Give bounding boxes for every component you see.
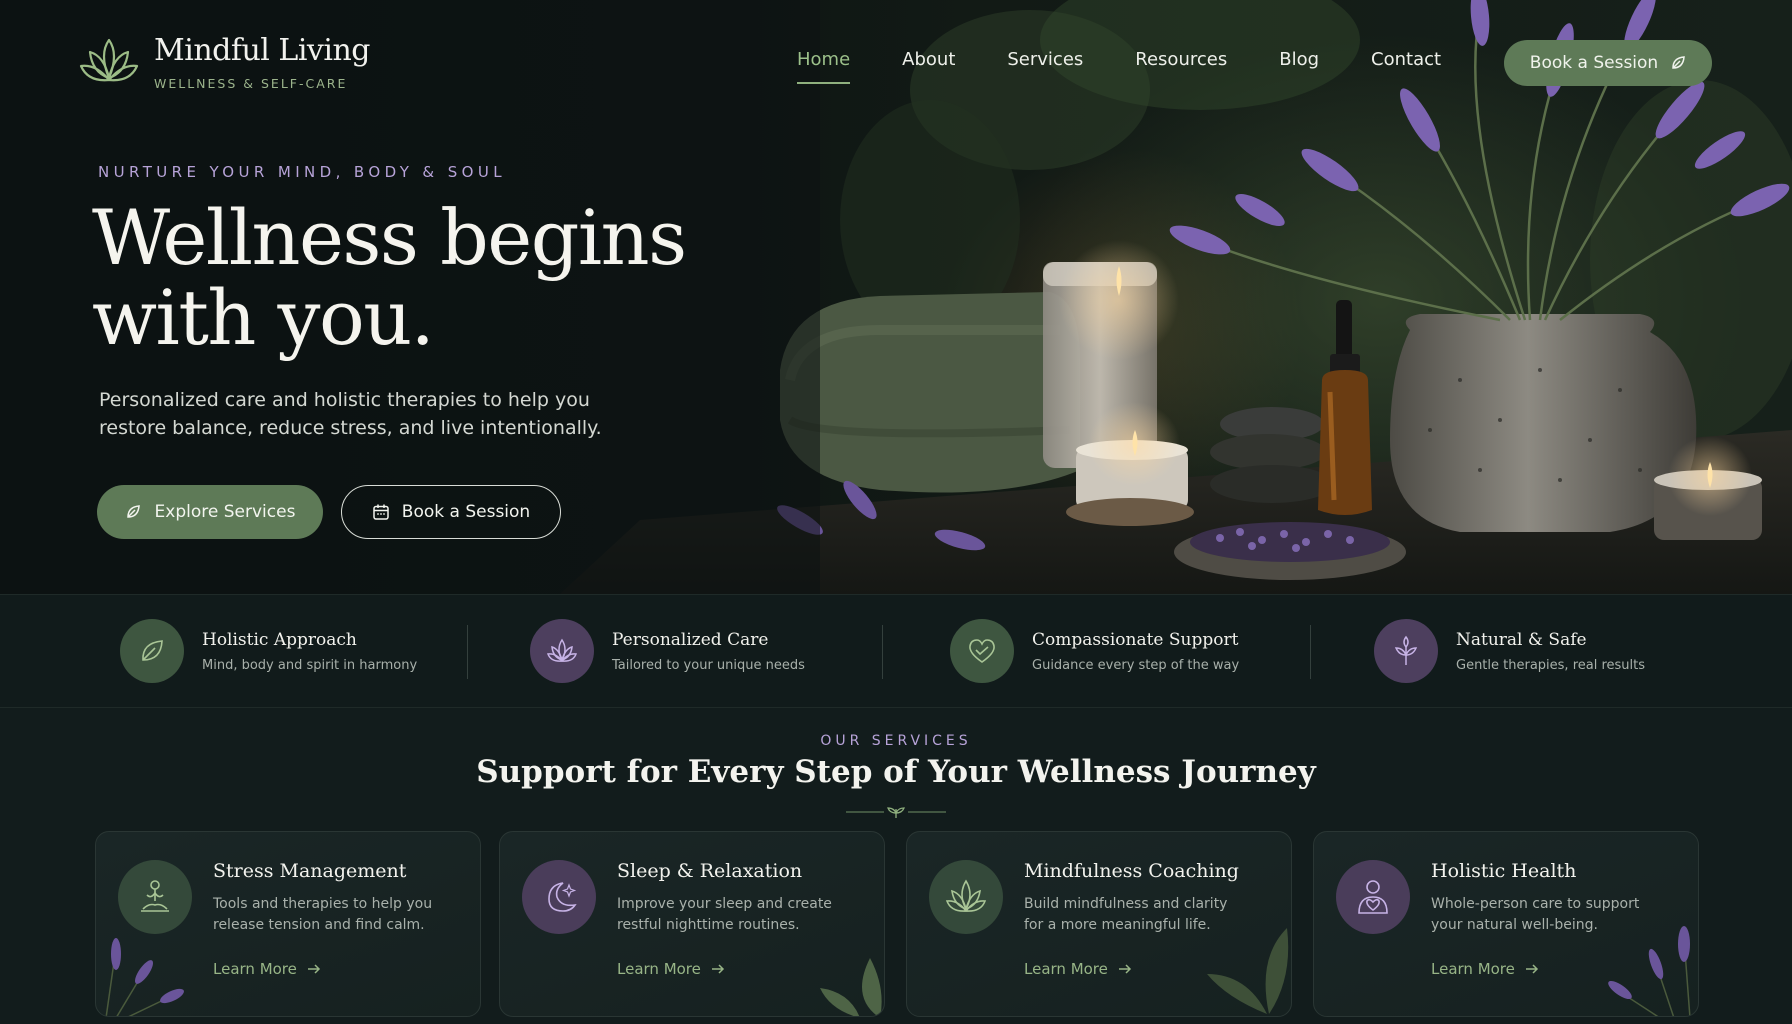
learn-more-label: Learn More [213, 960, 297, 978]
feature-holistic-approach: Holistic Approach Mind, body and spirit … [120, 619, 417, 683]
services-title: Support for Every Step of Your Wellness … [476, 754, 1316, 790]
card-desc-line2: for a more meaningful life. [1024, 917, 1211, 933]
card-description: Improve your sleep and create restful ni… [617, 894, 847, 936]
card-title: Sleep & Relaxation [617, 860, 803, 882]
hero-subcopy: Personalized care and holistic therapies… [99, 386, 619, 442]
lavender-decoration [1608, 926, 1691, 1016]
leaf-decoration [1207, 928, 1289, 1014]
feature-title: Compassionate Support [1032, 629, 1239, 650]
nav-resources[interactable]: Resources [1135, 49, 1227, 70]
learn-more-link[interactable]: Learn More [1431, 960, 1539, 978]
learn-more-link[interactable]: Learn More [1024, 960, 1132, 978]
card-icon-circle [1336, 860, 1410, 934]
card-icon-circle [929, 860, 1003, 934]
feature-divider [1310, 625, 1311, 679]
lotus-icon [546, 638, 578, 662]
card-desc-line1: Improve your sleep and create [617, 896, 832, 912]
hero-subcopy-line2: restore balance, reduce stress, and live… [99, 417, 602, 439]
leaf-icon [1672, 56, 1686, 69]
card-icon-circle [522, 860, 596, 934]
nav-about[interactable]: About [902, 49, 955, 70]
feature-icon-circle [530, 619, 594, 683]
feature-subtitle: Mind, body and spirit in harmony [202, 657, 418, 673]
card-desc-line1: Build mindfulness and clarity [1024, 896, 1228, 912]
features-strip: Holistic Approach Mind, body and spirit … [0, 594, 1792, 708]
hero-section: Mindful Living WELLNESS & SELF-CARE Home… [0, 0, 1792, 594]
lotus-icon [945, 879, 987, 912]
main-nav: Home About Services Resources Blog Conta… [797, 49, 1441, 84]
learn-more-label: Learn More [1024, 960, 1108, 978]
heart-icon [969, 639, 995, 663]
hero-eyebrow: NURTURE YOUR MIND, BODY & SOUL [98, 163, 506, 181]
hero-book-session-button[interactable]: Book a Session [341, 485, 561, 539]
card-title: Mindfulness Coaching [1024, 860, 1239, 882]
arrow-right-icon [711, 964, 724, 974]
feature-divider [467, 625, 468, 679]
feature-title: Holistic Approach [202, 629, 357, 650]
feature-title: Personalized Care [612, 629, 769, 650]
feature-subtitle: Tailored to your unique needs [612, 657, 805, 673]
services-section: OUR SERVICES Support for Every Step of Y… [0, 708, 1792, 1024]
hero-book-session-label: Book a Session [401, 502, 531, 522]
leaf-decoration [820, 958, 882, 1016]
card-desc-line1: Tools and therapies to help you [213, 896, 433, 912]
meditation-icon [141, 880, 169, 912]
hero-headline-line1: Wellness begins [92, 193, 687, 282]
nav-blog[interactable]: Blog [1279, 49, 1319, 70]
service-card-mindfulness-coaching[interactable]: Mindfulness Coaching Build mindfulness a… [906, 831, 1292, 1017]
sprout-divider-icon [846, 807, 946, 818]
card-title: Stress Management [213, 860, 407, 882]
card-title: Holistic Health [1431, 860, 1577, 882]
card-desc-line2: restful nighttime routines. [617, 917, 800, 933]
card-desc-line2: release tension and find calm. [213, 917, 425, 933]
feature-compassionate-support: Compassionate Support Guidance every ste… [950, 619, 1239, 683]
services-eyebrow: OUR SERVICES [820, 733, 972, 749]
learn-more-label: Learn More [1431, 960, 1515, 978]
feature-subtitle: Guidance every step of the way [1032, 657, 1240, 673]
calendar-icon [373, 504, 389, 520]
nav-contact[interactable]: Contact [1371, 49, 1441, 70]
leaf-icon [142, 640, 163, 661]
feature-icon-circle [120, 619, 184, 683]
leaf-icon [126, 505, 140, 518]
hero-subcopy-line1: Personalized care and holistic therapies… [99, 389, 590, 411]
arrow-right-icon [1525, 964, 1538, 974]
card-icon-circle [118, 860, 192, 934]
feature-natural-safe: Natural & Safe Gentle therapies, real re… [1374, 619, 1645, 683]
brand-logo[interactable]: Mindful Living WELLNESS & SELF-CARE [78, 34, 370, 92]
header-book-session-button[interactable]: Book a Session [1504, 40, 1712, 86]
person-heart-icon [1358, 880, 1388, 914]
nav-home[interactable]: Home [797, 49, 851, 84]
header-book-session-label: Book a Session [1529, 53, 1659, 73]
feature-icon-circle [1374, 619, 1438, 683]
learn-more-link[interactable]: Learn More [213, 960, 321, 978]
arrow-right-icon [307, 964, 320, 974]
hero-headline: Wellness begins with you. [92, 198, 812, 358]
feature-title: Natural & Safe [1456, 629, 1587, 650]
learn-more-link[interactable]: Learn More [617, 960, 725, 978]
moon-icon [548, 882, 577, 912]
card-description: Tools and therapies to help you release … [213, 894, 443, 936]
arrow-right-icon [1118, 964, 1131, 974]
feature-icon-circle [950, 619, 1014, 683]
brand-name: Mindful Living [154, 32, 370, 68]
explore-services-button[interactable]: Explore Services [97, 485, 323, 539]
hero-headline-line2: with you. [92, 273, 435, 362]
explore-services-label: Explore Services [154, 502, 296, 522]
sprout-icon [1394, 635, 1418, 665]
feature-personalized-care: Personalized Care Tailored to your uniqu… [530, 619, 805, 683]
service-card-holistic-health[interactable]: Holistic Health Whole-person care to sup… [1313, 831, 1699, 1017]
service-card-stress-management[interactable]: Stress Management Tools and therapies to… [95, 831, 481, 1017]
learn-more-label: Learn More [617, 960, 701, 978]
lavender-decoration [105, 938, 184, 1016]
card-desc-line1: Whole-person care to support [1431, 896, 1640, 912]
lotus-logo-icon [79, 38, 139, 82]
feature-subtitle: Gentle therapies, real results [1456, 657, 1646, 673]
service-card-sleep-relaxation[interactable]: Sleep & Relaxation Improve your sleep an… [499, 831, 885, 1017]
nav-services[interactable]: Services [1007, 49, 1083, 70]
feature-divider [882, 625, 883, 679]
brand-tagline: WELLNESS & SELF-CARE [154, 75, 348, 91]
